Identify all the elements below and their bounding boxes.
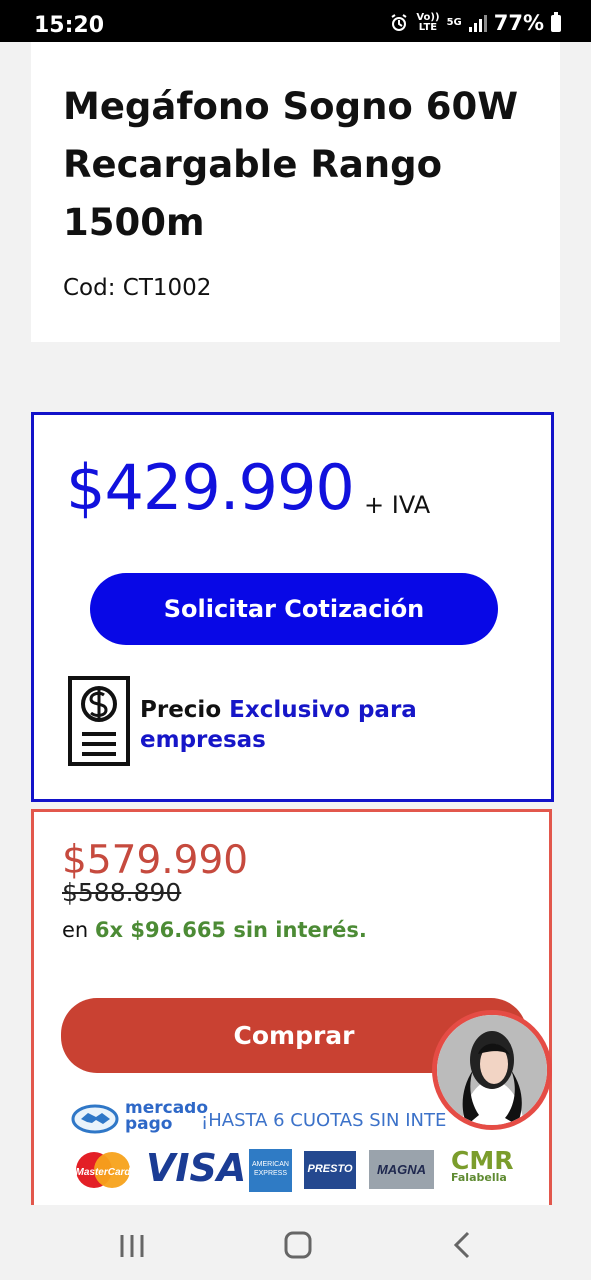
sale-price: $579.990 — [62, 838, 249, 883]
cmr-falabella-logo: CMR Falabella — [451, 1148, 513, 1192]
back-icon[interactable] — [443, 1228, 483, 1262]
presto-logo: PRESTO — [304, 1151, 356, 1189]
android-navigation-bar — [0, 1205, 591, 1280]
mercado-pago-line2: pago — [125, 1114, 173, 1134]
avatar-person-icon — [437, 1015, 547, 1125]
signal-icon — [468, 14, 487, 32]
installments-text: en 6x $96.665 sin interés. — [62, 918, 367, 942]
chat-avatar[interactable] — [432, 1010, 552, 1130]
alarm-icon — [391, 14, 407, 31]
product-title: Megáfono Sogno 60W Recargable Rango 1500… — [63, 85, 519, 244]
status-bar: 15:20 Vo)) LTE 5G 77% — [0, 0, 591, 42]
american-express-logo: AMERICAN EXPRESS — [249, 1149, 292, 1192]
product-title-card: Megáfono Sogno 60W Recargable Rango 1500… — [31, 42, 560, 342]
dollar-receipt-icon — [68, 676, 130, 766]
retail-price-box: $579.990 $588.890 en 6x $96.665 sin inte… — [31, 809, 552, 1212]
product-code: Cod: CT1002 — [63, 275, 212, 301]
business-price: $429.990 — [66, 451, 355, 524]
status-icons: Vo)) LTE 5G 77% — [389, 11, 561, 35]
mastercard-label: MasterCard — [75, 1167, 131, 1178]
tax-label: + IVA — [364, 491, 431, 519]
battery-icon — [551, 11, 561, 32]
installments-prefix: en — [62, 918, 89, 942]
request-quote-button[interactable]: Solicitar Cotización — [90, 573, 498, 645]
mercado-pago-promo: ¡HASTA 6 CUOTAS SIN INTE — [201, 1110, 447, 1131]
payment-methods: MasterCard VISA AMERICAN EXPRESS PRESTO … — [71, 1146, 516, 1193]
business-price-box: $429.990 + IVA Solicitar Cotización Prec… — [31, 412, 554, 802]
lte-label: LTE — [418, 22, 438, 33]
original-price: $588.890 — [62, 878, 182, 907]
magna-logo: MAGNA — [369, 1150, 434, 1189]
home-icon[interactable] — [278, 1228, 318, 1262]
mercado-pago-handshake-icon — [71, 1104, 119, 1134]
exclusive-price-text: Precio Exclusivo para empresas — [140, 695, 480, 755]
installments-value: 6x $96.665 sin interés. — [94, 918, 367, 942]
recent-apps-icon[interactable] — [112, 1228, 152, 1262]
visa-logo: VISA — [146, 1146, 247, 1190]
volte-indicator: Vo)) LTE — [416, 13, 439, 33]
5g-indicator: 5G — [446, 17, 462, 28]
exclusive-prefix: Precio — [140, 697, 222, 723]
battery-percentage: 77% — [493, 11, 544, 35]
status-time: 15:20 — [34, 13, 105, 38]
mastercard-logo: MasterCard — [75, 1152, 131, 1188]
mercado-pago-logo: mercado pago — [125, 1102, 208, 1134]
falabella-label: Falabella — [451, 1171, 507, 1184]
